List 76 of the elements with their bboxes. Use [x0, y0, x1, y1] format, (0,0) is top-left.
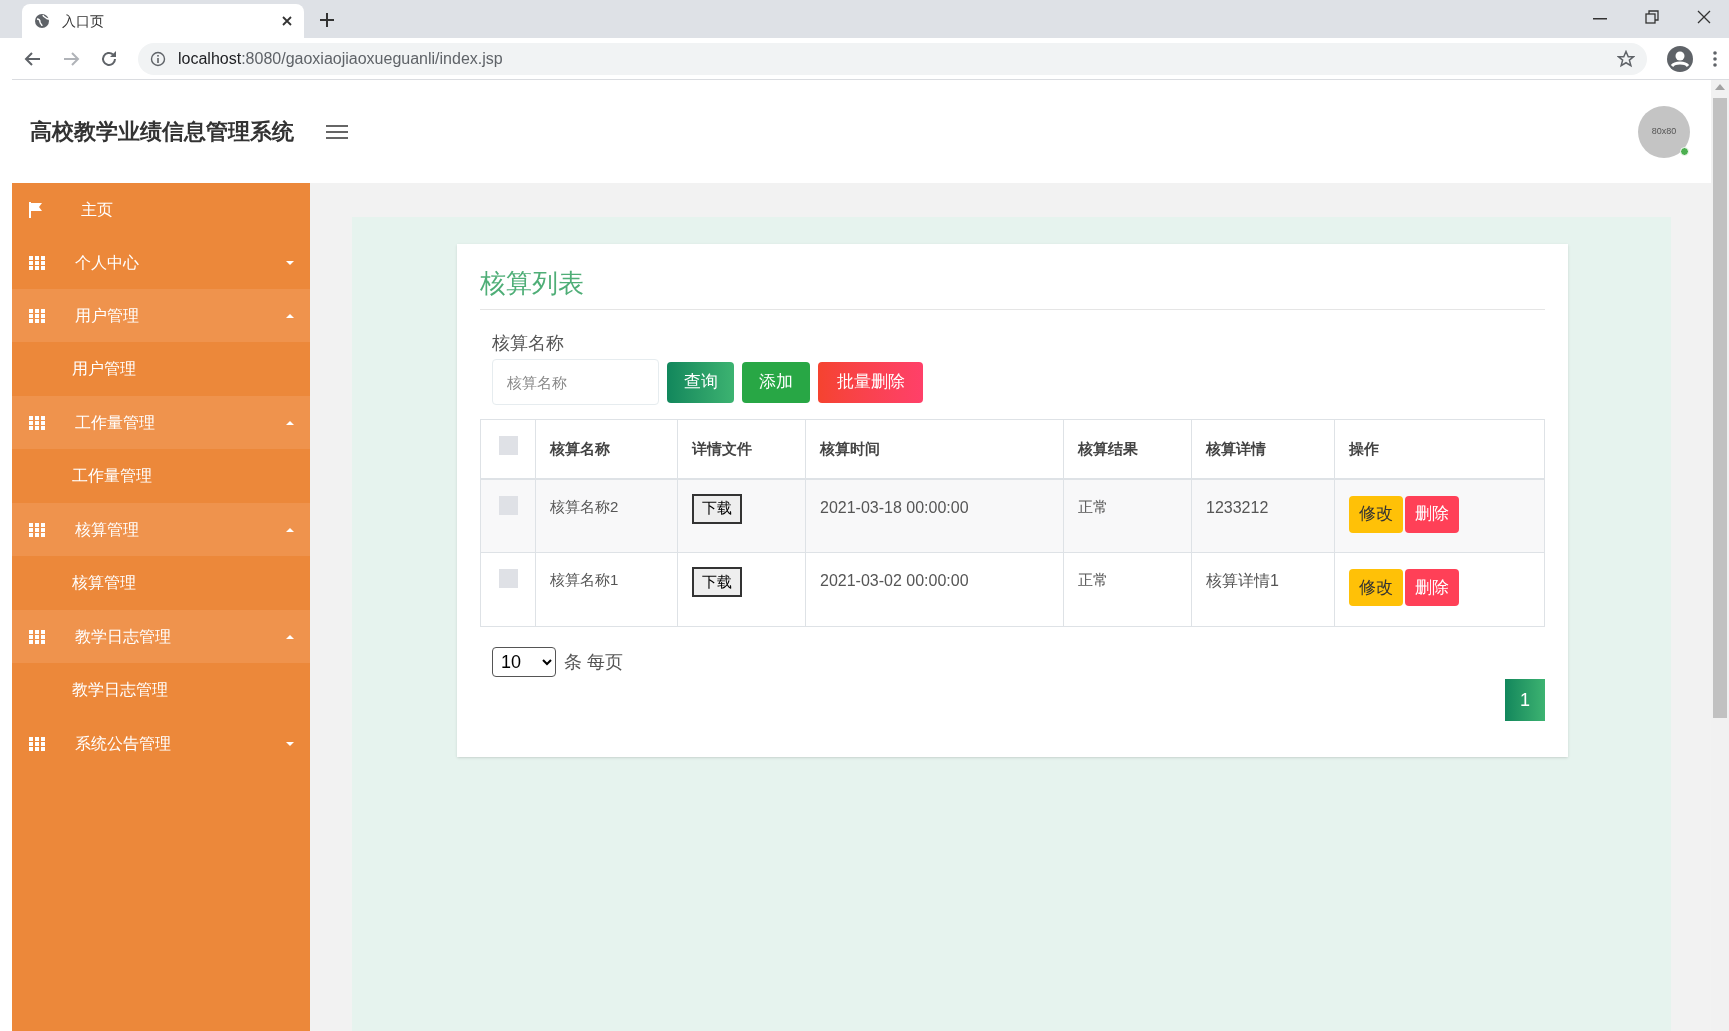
- menu-icon[interactable]: [326, 123, 348, 140]
- caret-icon: [286, 313, 294, 318]
- column-header: 核算时间: [820, 439, 880, 457]
- more-icon[interactable]: [1713, 50, 1717, 67]
- delete-button[interactable]: 删除: [1405, 495, 1459, 533]
- sidebar-group[interactable]: 教学日志管理: [12, 610, 310, 663]
- tab-title: 入口页: [62, 11, 105, 31]
- table-cell: 正常: [1078, 571, 1108, 588]
- new-tab-icon[interactable]: [320, 13, 334, 27]
- download-button[interactable]: 下载: [692, 567, 742, 597]
- table-cell: 正常: [1078, 497, 1108, 515]
- card-title: 核算列表: [480, 264, 1545, 310]
- avatar[interactable]: 80x80: [1638, 105, 1690, 158]
- column-header: 详情文件: [692, 439, 752, 457]
- page-size-select[interactable]: 10: [492, 647, 556, 677]
- close-icon[interactable]: [1697, 10, 1711, 24]
- grid-icon: [29, 415, 45, 430]
- sidebar-subitem[interactable]: 核算管理: [12, 556, 310, 610]
- reload-icon[interactable]: [100, 49, 118, 68]
- sidebar-subitem[interactable]: 用户管理: [12, 342, 310, 396]
- info-icon: [150, 50, 166, 67]
- back-arrow-icon[interactable]: [24, 49, 42, 68]
- page-button[interactable]: 1: [1505, 679, 1545, 721]
- caret-icon: [286, 741, 294, 746]
- table-cell: 核算名称2: [550, 497, 619, 515]
- sidebar-item[interactable]: 主页: [12, 183, 310, 236]
- url-text: localhost:8080/gaoxiaojiaoxueguanli/index.jsp: [178, 48, 504, 69]
- caret-icon: [286, 634, 294, 639]
- download-button[interactable]: 下载: [692, 493, 742, 524]
- checkbox[interactable]: [498, 436, 518, 455]
- checkbox[interactable]: [498, 495, 518, 515]
- sidebar-group[interactable]: 核算管理: [12, 503, 310, 556]
- delete-button[interactable]: 删除: [1405, 569, 1459, 606]
- table-cell: 2021-03-02 00:00:00: [820, 572, 969, 589]
- sidebar-group[interactable]: 工作量管理: [12, 396, 310, 449]
- caret-icon: [286, 260, 294, 265]
- search-label: 核算名称: [492, 332, 565, 355]
- checkbox[interactable]: [498, 569, 518, 588]
- scrollbar[interactable]: [1711, 80, 1729, 1031]
- close-icon[interactable]: [282, 16, 292, 26]
- column-header: 核算名称: [550, 439, 610, 457]
- table-cell: 核算详情1: [1206, 572, 1279, 589]
- column-header: 操作: [1349, 439, 1379, 457]
- restore-icon[interactable]: [1645, 10, 1659, 24]
- flag-icon: [29, 201, 43, 218]
- grid-icon: [29, 255, 45, 270]
- star-icon[interactable]: [1617, 49, 1635, 68]
- grid-icon: [29, 629, 45, 644]
- minimize-icon[interactable]: [1593, 18, 1607, 20]
- sidebar-subitem[interactable]: 教学日志管理: [12, 663, 310, 717]
- page-size-label: 条 每页: [564, 650, 623, 674]
- column-header: 核算详情: [1206, 439, 1266, 457]
- grid-icon: [29, 736, 45, 751]
- address-bar[interactable]: localhost:8080/gaoxiaojiaoxueguanli/index.jsp: [138, 42, 1647, 75]
- app-title: 高校教学业绩信息管理系统: [30, 118, 294, 146]
- account-icon[interactable]: [1667, 45, 1693, 72]
- grid-icon: [29, 522, 45, 537]
- sidebar-subitem[interactable]: 工作量管理: [12, 449, 310, 503]
- add-button[interactable]: 添加: [742, 361, 810, 403]
- grid-icon: [29, 308, 45, 323]
- table-cell: 2021-03-18 00:00:00: [820, 498, 969, 516]
- table-cell: 1233212: [1206, 498, 1269, 516]
- edit-button[interactable]: 修改: [1349, 495, 1403, 533]
- query-button[interactable]: 查询: [667, 361, 734, 403]
- sidebar-group[interactable]: 系统公告管理: [12, 717, 310, 770]
- globe-icon: [34, 13, 50, 29]
- sidebar-group[interactable]: 用户管理: [12, 289, 310, 342]
- search-field[interactable]: 核算名称: [492, 359, 659, 405]
- edit-button[interactable]: 修改: [1349, 569, 1403, 606]
- delete-button[interactable]: 批量删除: [818, 361, 923, 403]
- sidebar-group[interactable]: 个人中心: [12, 236, 310, 289]
- browser-tab[interactable]: 入口页: [22, 4, 304, 38]
- column-header: 核算结果: [1078, 439, 1138, 457]
- table-cell: 核算名称1: [550, 571, 619, 588]
- caret-icon: [286, 420, 294, 425]
- caret-icon: [286, 527, 294, 532]
